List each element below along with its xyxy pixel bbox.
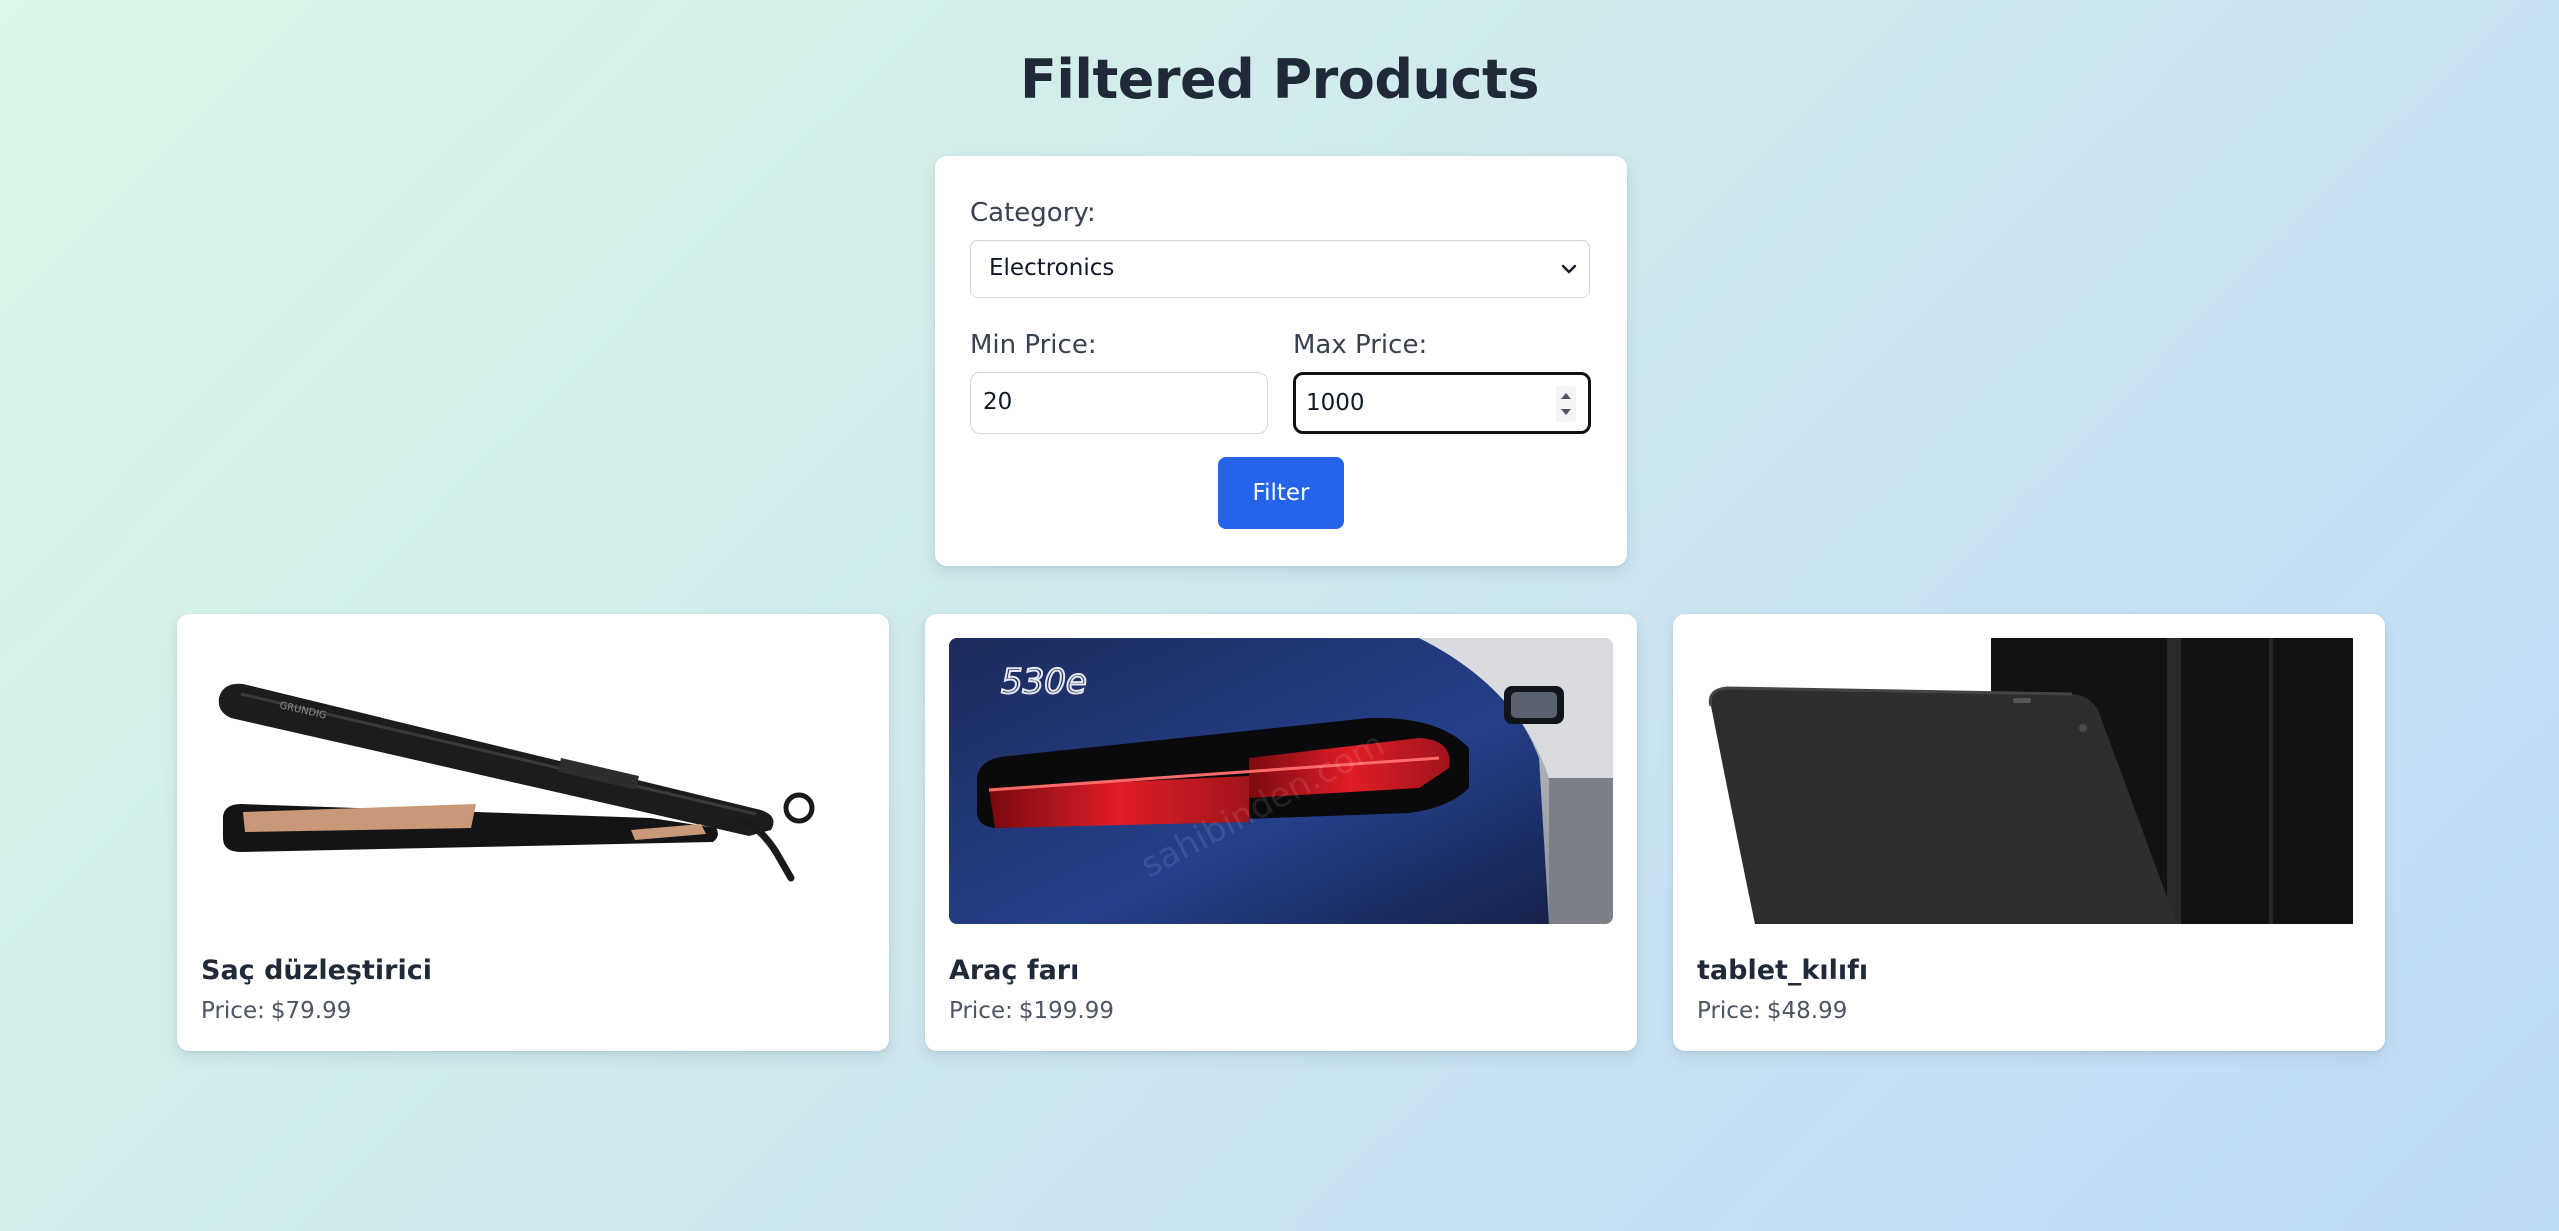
product-price: Price: $199.99 xyxy=(949,995,1114,1027)
max-price-input[interactable]: 1000 xyxy=(1293,372,1591,434)
hair-straightener-image: GRUNDIG xyxy=(201,638,865,924)
filter-button[interactable]: Filter xyxy=(1218,457,1344,529)
max-price-value: 1000 xyxy=(1306,390,1365,416)
car-badge-text: 530e xyxy=(1001,662,1087,702)
page-title: Filtered Products xyxy=(1020,48,1539,111)
price-label: Price: xyxy=(1697,998,1761,1024)
chevron-down-icon xyxy=(1561,264,1577,274)
min-price-input[interactable]: 20 xyxy=(970,372,1268,434)
product-price: Price: $79.99 xyxy=(201,995,351,1027)
min-price-label: Min Price: xyxy=(970,330,1097,360)
product-card[interactable]: tablet_kılıfı Price: $48.99 xyxy=(1673,614,2385,1051)
car-tail-light-image: 530e sahibinden.com xyxy=(949,638,1613,924)
price-value: $199.99 xyxy=(1018,998,1114,1024)
max-price-label: Max Price: xyxy=(1293,330,1428,360)
filter-panel: Category: Electronics Min Price: 20 Max … xyxy=(935,156,1627,566)
number-spinner-icon[interactable] xyxy=(1556,386,1576,422)
product-name: Araç farı xyxy=(949,955,1080,986)
price-label: Price: xyxy=(201,998,265,1024)
category-label: Category: xyxy=(970,198,1096,228)
category-select-value: Electronics xyxy=(989,255,1115,281)
category-select[interactable]: Electronics xyxy=(970,240,1590,298)
price-value: $79.99 xyxy=(270,998,352,1024)
product-card[interactable]: GRUNDIG Saç düzleştirici Price: $79.99 xyxy=(177,614,889,1051)
price-value: $48.99 xyxy=(1766,998,1848,1024)
product-name: Saç düzleştirici xyxy=(201,955,432,986)
price-label: Price: xyxy=(949,998,1013,1024)
tablet-case-image xyxy=(1697,638,2361,924)
product-price: Price: $48.99 xyxy=(1697,995,1847,1027)
product-card[interactable]: 530e sahibinden.com Araç farı Price: $199… xyxy=(925,614,1637,1051)
min-price-value: 20 xyxy=(983,389,1013,415)
product-name: tablet_kılıfı xyxy=(1697,955,1869,986)
